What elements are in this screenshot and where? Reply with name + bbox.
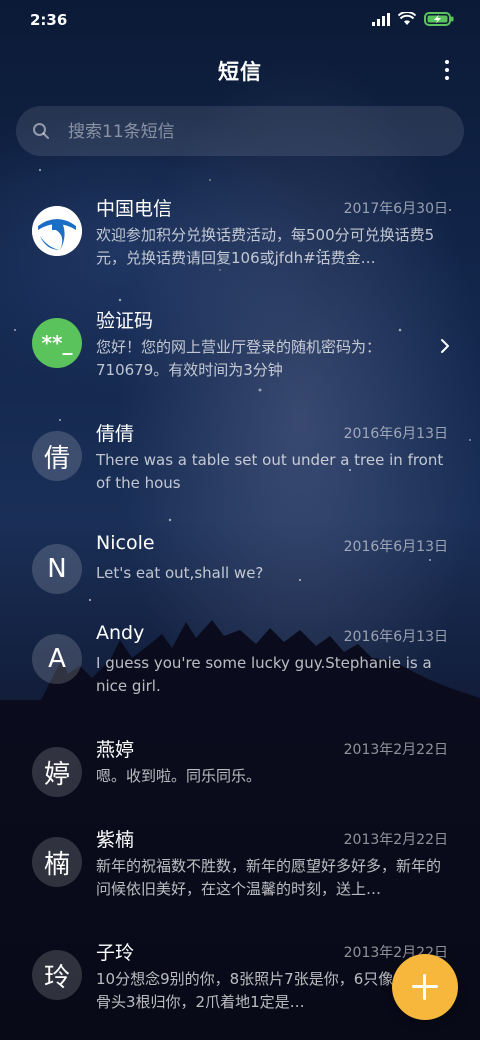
conversation-item[interactable]: 楠 紫楠 2013年2月22日 新年的祝福数不胜数，新年的愿望好多好多，新年的问…	[0, 811, 480, 923]
status-bar: 2:36	[0, 0, 480, 40]
contact-name: 中国电信	[96, 198, 173, 220]
avatar: A	[32, 634, 82, 684]
search-icon	[33, 123, 49, 139]
contact-name: 子玲	[96, 942, 135, 964]
contact-name: Nicole	[96, 532, 155, 554]
message-date: 2017年6月30日	[343, 201, 448, 217]
wifi-icon	[398, 12, 416, 25]
battery-charging-icon	[424, 12, 454, 26]
message-preview: 欢迎参加积分兑换话费活动，每500分可兑换话费5元，兑换话费请回复106或jfd…	[96, 226, 435, 267]
message-date: 2013年2月22日	[343, 832, 448, 848]
cellular-signal-icon	[372, 12, 390, 26]
conversation-item[interactable]: A Andy 2016年6月13日 I guess you're some lu…	[0, 608, 480, 720]
message-date: 2016年6月13日	[343, 426, 448, 442]
contact-name: 倩倩	[96, 423, 135, 445]
conversation-item[interactable]: 中国电信 2017年6月30日 欢迎参加积分兑换话费活动，每500分可兑换话费5…	[0, 180, 480, 292]
chevron-right-icon[interactable]	[440, 338, 450, 354]
message-date: 2013年2月22日	[343, 742, 448, 758]
contact-name: 燕婷	[96, 739, 135, 761]
message-preview: There was a table set out under a tree i…	[96, 451, 444, 492]
conversation-item[interactable]: **_ 验证码 您好！您的网上营业厅登录的随机密码为：710679。有效时间为3…	[0, 292, 480, 404]
avatar: **_	[32, 318, 82, 368]
message-preview: I guess you're some lucky guy.Stephanie …	[96, 654, 432, 695]
message-preview: 您好！您的网上营业厅登录的随机密码为：710679。有效时间为3分钟	[96, 338, 382, 379]
message-preview: 新年的祝福数不胜数，新年的愿望好多好多，新年的问候依旧美好，在这个温馨的时刻，送…	[96, 857, 442, 898]
avatar: N	[32, 544, 82, 594]
more-options-icon[interactable]	[442, 60, 452, 84]
message-date: 2016年6月13日	[343, 539, 448, 555]
page-title: 短信	[218, 60, 262, 84]
avatar: 楠	[32, 837, 82, 887]
contact-name: 验证码	[96, 310, 154, 332]
message-preview: 嗯。收到啦。同乐同乐。	[96, 767, 262, 785]
message-date: 2016年6月13日	[343, 629, 448, 645]
search-bar[interactable]	[16, 106, 464, 158]
contact-name: 紫楠	[96, 829, 135, 851]
conversation-item[interactable]: 倩 倩倩 2016年6月13日 There was a table set ou…	[0, 405, 480, 517]
avatar: 婷	[32, 747, 82, 797]
status-time: 2:36	[30, 11, 68, 29]
avatar: 玲	[32, 950, 82, 1000]
message-preview: Let's eat out,shall we?	[96, 564, 264, 582]
avatar: 倩	[32, 431, 82, 481]
china-telecom-logo-icon	[32, 206, 82, 256]
new-message-button[interactable]	[392, 954, 458, 1020]
app-header: 短信	[0, 40, 480, 100]
contact-name: Andy	[96, 622, 145, 644]
search-input[interactable]	[66, 106, 450, 158]
